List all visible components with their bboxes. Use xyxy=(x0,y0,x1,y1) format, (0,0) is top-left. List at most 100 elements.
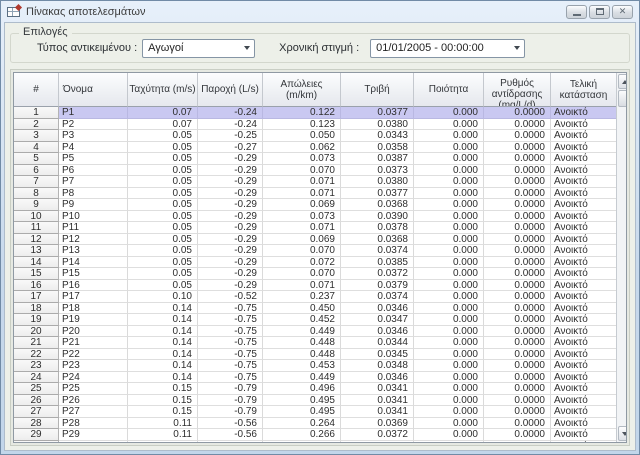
row-header[interactable]: 2 xyxy=(14,119,59,131)
cell-quality: 0.000 xyxy=(414,245,484,257)
table-row[interactable]: 21P210.14-0.750.4480.03440.0000.0000Ανοι… xyxy=(14,337,616,349)
row-header[interactable]: 14 xyxy=(14,257,59,269)
row-header[interactable]: 19 xyxy=(14,314,59,326)
row-header[interactable]: 30 xyxy=(14,441,59,443)
table-row[interactable]: 27P270.15-0.790.4950.03410.0000.0000Ανοι… xyxy=(14,406,616,418)
column-header-headloss[interactable]: Απώλειες(m/km) xyxy=(263,73,341,107)
row-header[interactable]: 1 xyxy=(14,107,59,119)
row-header[interactable]: 20 xyxy=(14,326,59,338)
table-row[interactable]: 11P110.05-0.290.0710.03780.0000.0000Ανοι… xyxy=(14,222,616,234)
scroll-down-button[interactable] xyxy=(618,426,627,441)
cell-flow: -0.24 xyxy=(198,107,263,119)
table-row[interactable]: 16P160.05-0.290.0710.03790.0000.0000Ανοι… xyxy=(14,280,616,292)
column-header-reaction[interactable]: Ρυθμόςαντίδρασης(mg/L/d) xyxy=(484,73,551,107)
row-header[interactable]: 6 xyxy=(14,165,59,177)
row-header[interactable]: 16 xyxy=(14,280,59,292)
maximize-button[interactable] xyxy=(589,5,610,19)
cell-name: P7 xyxy=(59,176,128,188)
cell-status: Ανοικτό xyxy=(551,372,616,384)
cell-name: P8 xyxy=(59,188,128,200)
table-row[interactable]: 9P90.05-0.290.0690.03680.0000.0000Ανοικτ… xyxy=(14,199,616,211)
table-row[interactable]: 23P230.14-0.750.4530.03480.0000.0000Ανοι… xyxy=(14,360,616,372)
table-row[interactable]: 4P40.05-0.270.0620.03580.0000.0000Ανοικτ… xyxy=(14,142,616,154)
row-header[interactable]: 3 xyxy=(14,130,59,142)
row-header[interactable]: 22 xyxy=(14,349,59,361)
cell-name: P12 xyxy=(59,234,128,246)
table-row[interactable]: 28P280.11-0.560.2640.03690.0000.0000Ανοι… xyxy=(14,418,616,430)
titlebar[interactable]: Πίνακας αποτελεσμάτων ✕ xyxy=(4,1,636,22)
table-row[interactable]: 1P10.07-0.240.1220.03770.0000.0000Ανοικτ… xyxy=(14,107,616,119)
table-row[interactable]: 5P50.05-0.290.0730.03870.0000.0000Ανοικτ… xyxy=(14,153,616,165)
cell-name: P29 xyxy=(59,429,128,441)
column-header-status[interactable]: Τελικήκατάσταση xyxy=(551,73,616,107)
object-type-select[interactable]: Αγωγοί xyxy=(142,39,255,58)
row-header[interactable]: 23 xyxy=(14,360,59,372)
row-header[interactable]: 27 xyxy=(14,406,59,418)
row-header[interactable]: 4 xyxy=(14,142,59,154)
cell-name: P3 xyxy=(59,130,128,142)
cell-reaction: 0.0000 xyxy=(484,383,551,395)
column-header-num[interactable]: # xyxy=(14,73,59,107)
table-row[interactable]: 2P20.07-0.240.1230.03800.0000.0000Ανοικτ… xyxy=(14,119,616,131)
time-select[interactable]: 01/01/2005 - 00:00:00 xyxy=(370,39,525,58)
close-button[interactable]: ✕ xyxy=(612,5,633,19)
minimize-button[interactable] xyxy=(566,5,587,19)
row-header[interactable]: 11 xyxy=(14,222,59,234)
scrollbar-track[interactable] xyxy=(617,107,627,425)
row-header[interactable]: 12 xyxy=(14,234,59,246)
scroll-up-button[interactable] xyxy=(618,74,627,89)
table-row[interactable]: 20P200.14-0.750.4490.03460.0000.0000Ανοι… xyxy=(14,326,616,338)
cell-velocity: 0.15 xyxy=(128,406,198,418)
table-row[interactable]: 7P70.05-0.290.0710.03800.0000.0000Ανοικτ… xyxy=(14,176,616,188)
column-header-name[interactable]: Όνομα xyxy=(59,73,128,107)
cell-status: Ανοικτό xyxy=(551,188,616,200)
cell-status: Ανοικτό xyxy=(551,107,616,119)
row-header[interactable]: 13 xyxy=(14,245,59,257)
cell-status: Ανοικτό xyxy=(551,303,616,315)
table-row[interactable]: 6P60.05-0.290.0700.03730.0000.0000Ανοικτ… xyxy=(14,165,616,177)
table-row[interactable]: 17P170.10-0.520.2370.03740.0000.0000Ανοι… xyxy=(14,291,616,303)
table-row[interactable]: 13P130.05-0.290.0700.03740.0000.0000Ανοι… xyxy=(14,245,616,257)
row-header[interactable]: 8 xyxy=(14,188,59,200)
column-header-quality[interactable]: Ποιότητα xyxy=(414,73,484,107)
row-header[interactable]: 26 xyxy=(14,395,59,407)
column-header-flow[interactable]: Παροχή (L/s) xyxy=(198,73,263,107)
row-header[interactable]: 24 xyxy=(14,372,59,384)
row-header[interactable]: 5 xyxy=(14,153,59,165)
table-row[interactable]: 14P140.05-0.290.0720.03850.0000.0000Ανοι… xyxy=(14,257,616,269)
table-row[interactable]: 25P250.15-0.790.4960.03410.0000.0000Ανοι… xyxy=(14,383,616,395)
table-row[interactable]: 15P150.05-0.290.0700.03720.0000.0000Ανοι… xyxy=(14,268,616,280)
row-header[interactable]: 7 xyxy=(14,176,59,188)
row-header[interactable]: 18 xyxy=(14,303,59,315)
vertical-scrollbar[interactable] xyxy=(616,73,627,442)
table-row[interactable]: 18P180.14-0.750.4500.03460.0000.0000Ανοι… xyxy=(14,303,616,315)
table-row[interactable]: 26P260.15-0.790.4950.03410.0000.0000Ανοι… xyxy=(14,395,616,407)
table-row[interactable]: 19P190.14-0.750.4520.03470.0000.0000Ανοι… xyxy=(14,314,616,326)
row-header[interactable]: 28 xyxy=(14,418,59,430)
row-header[interactable]: 10 xyxy=(14,211,59,223)
table-row[interactable]: 12P120.05-0.290.0690.03680.0000.0000Ανοι… xyxy=(14,234,616,246)
table-row[interactable]: 24P240.14-0.750.4490.03460.0000.0000Ανοι… xyxy=(14,372,616,384)
cell-name: P21 xyxy=(59,337,128,349)
table-row[interactable]: 8P80.05-0.290.0710.03770.0000.0000Ανοικτ… xyxy=(14,188,616,200)
table-row[interactable]: 29P290.11-0.560.2660.03720.0000.0000Ανοι… xyxy=(14,429,616,441)
row-header[interactable]: 29 xyxy=(14,429,59,441)
table-row[interactable]: 30P300.11-0.560.2680.03750.0000.0000Ανοι… xyxy=(14,441,616,443)
cell-quality: 0.000 xyxy=(414,303,484,315)
cell-name: P4 xyxy=(59,142,128,154)
column-header-friction[interactable]: Τριβή xyxy=(341,73,414,107)
row-header[interactable]: 17 xyxy=(14,291,59,303)
row-header[interactable]: 21 xyxy=(14,337,59,349)
scrollbar-thumb[interactable] xyxy=(618,90,627,107)
cell-quality: 0.000 xyxy=(414,234,484,246)
table-row[interactable]: 22P220.14-0.750.4480.03450.0000.0000Ανοι… xyxy=(14,349,616,361)
cell-quality: 0.000 xyxy=(414,360,484,372)
row-header[interactable]: 15 xyxy=(14,268,59,280)
cell-friction: 0.0380 xyxy=(341,119,414,131)
row-header[interactable]: 25 xyxy=(14,383,59,395)
row-header[interactable]: 9 xyxy=(14,199,59,211)
table-row[interactable]: 10P100.05-0.290.0730.03900.0000.0000Ανοι… xyxy=(14,211,616,223)
column-header-velocity[interactable]: Ταχύτητα (m/s) xyxy=(128,73,198,107)
table-row[interactable]: 3P30.05-0.250.0500.03430.0000.0000Ανοικτ… xyxy=(14,130,616,142)
cell-friction: 0.0373 xyxy=(341,165,414,177)
